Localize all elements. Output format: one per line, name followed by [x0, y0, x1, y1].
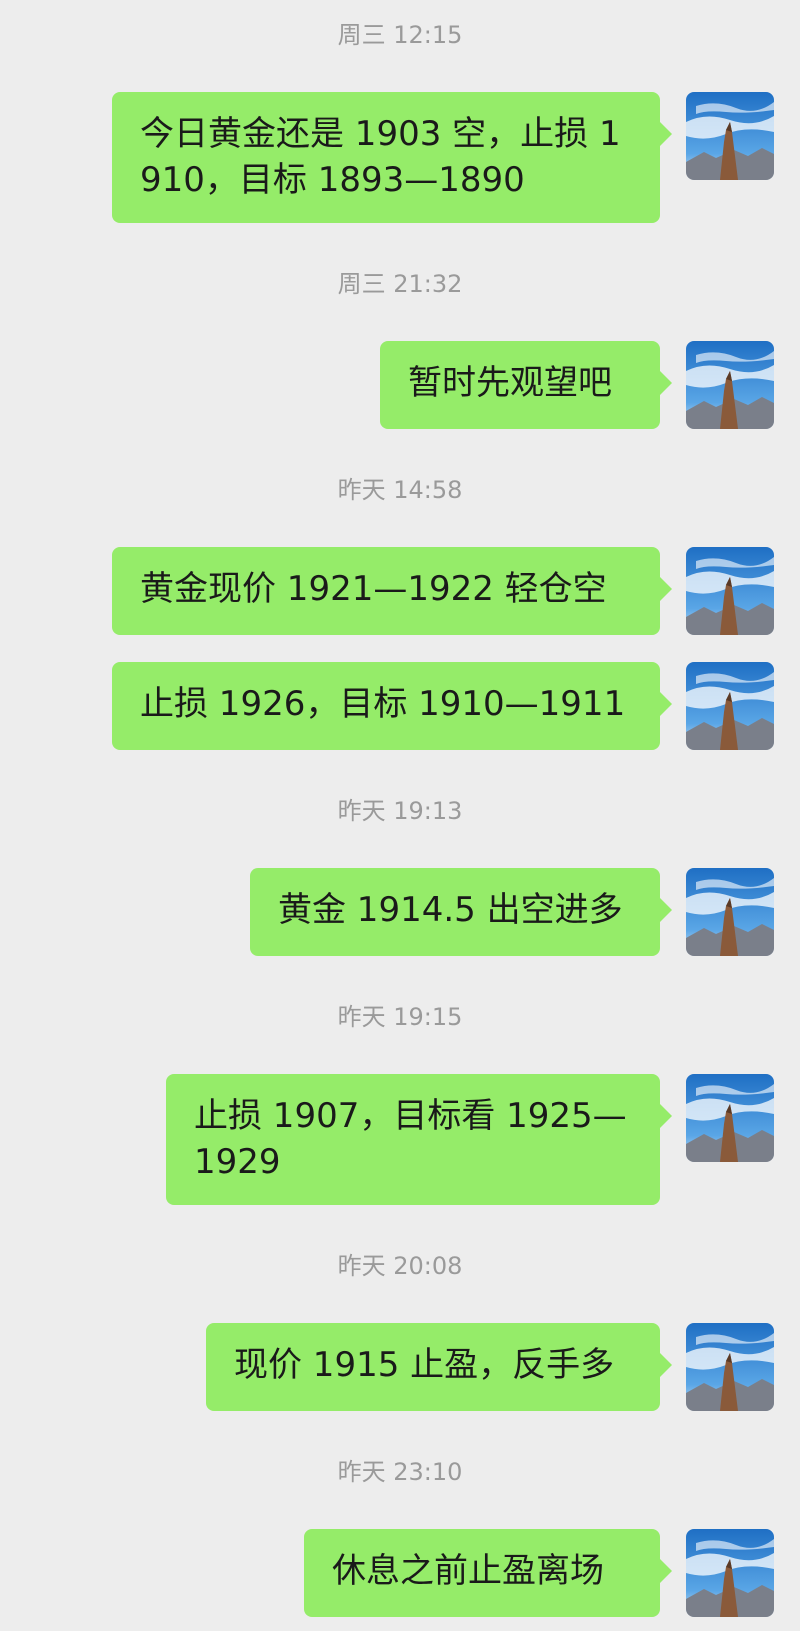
avatar-mountain-sky-icon	[686, 92, 774, 180]
avatar[interactable]	[686, 92, 774, 180]
timestamp: 昨天 19:13	[337, 797, 463, 825]
message-bubble[interactable]: 暂时先观望吧	[380, 341, 672, 429]
message-bubble[interactable]: 今日黄金还是 1903 空，止损 1910，目标 1893—1890	[112, 92, 672, 223]
avatar[interactable]	[686, 547, 774, 635]
avatar-mountain-sky-icon	[686, 662, 774, 750]
avatar[interactable]	[686, 1323, 774, 1411]
avatar-mountain-sky-icon	[686, 547, 774, 635]
avatar-mountain-sky-icon	[686, 1323, 774, 1411]
avatar[interactable]	[686, 868, 774, 956]
avatar-mountain-sky-icon	[686, 868, 774, 956]
timestamp: 昨天 20:08	[337, 1252, 463, 1280]
timestamp: 周三 12:15	[337, 21, 463, 49]
timestamp: 昨天 23:10	[337, 1458, 463, 1486]
avatar-mountain-sky-icon	[686, 1074, 774, 1162]
message-bubble[interactable]: 黄金 1914.5 出空进多	[250, 868, 672, 956]
chat-history[interactable]: 周三 12:15 今日黄金还是 1903 空，止损 1910，目标 1893—1…	[0, 0, 800, 1631]
timestamp: 昨天 14:58	[337, 476, 463, 504]
avatar-mountain-sky-icon	[686, 341, 774, 429]
avatar-mountain-sky-icon	[686, 1529, 774, 1617]
avatar[interactable]	[686, 341, 774, 429]
message-bubble[interactable]: 现价 1915 止盈，反手多	[206, 1323, 672, 1411]
avatar[interactable]	[686, 1529, 774, 1617]
timestamp: 周三 21:32	[337, 270, 463, 298]
message-bubble[interactable]: 止损 1926，目标 1910—1911	[112, 662, 672, 750]
timestamp: 昨天 19:15	[337, 1003, 463, 1031]
message-bubble[interactable]: 休息之前止盈离场	[304, 1529, 672, 1617]
message-bubble[interactable]: 止损 1907，目标看 1925—1929	[166, 1074, 672, 1205]
avatar[interactable]	[686, 1074, 774, 1162]
avatar[interactable]	[686, 662, 774, 750]
message-bubble[interactable]: 黄金现价 1921—1922 轻仓空	[112, 547, 672, 635]
